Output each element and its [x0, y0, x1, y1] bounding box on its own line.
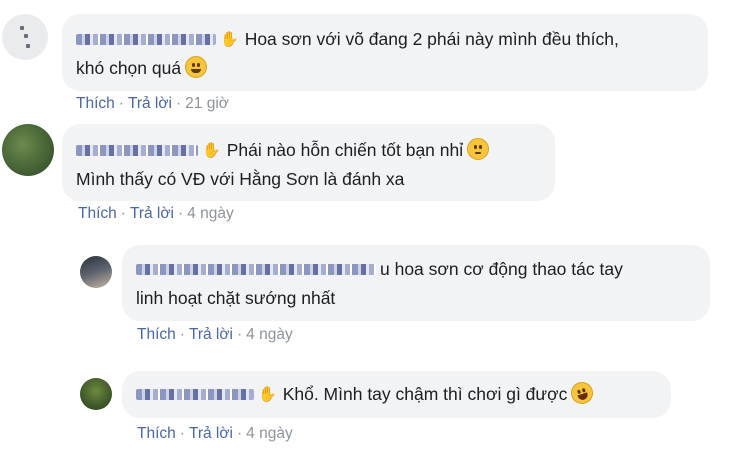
- comment-text-line: ✋ Phái nào hỗn chiến tốt bạn nhỉ: [76, 136, 490, 166]
- reply-link[interactable]: Trả lời: [189, 326, 233, 343]
- timestamp[interactable]: 4 ngày: [187, 205, 234, 222]
- comment-text-line: Mình thấy có VĐ với Hằng Sơn là đánh xa: [76, 165, 404, 194]
- neutral-face-icon: [467, 138, 490, 161]
- comment-text-line: khó chọn quá: [76, 54, 208, 83]
- comment-text: linh hoạt chặt sướng nhất: [136, 288, 336, 308]
- comment-actions: Thích · Trả lời · 4 ngày: [137, 425, 293, 442]
- avatar[interactable]: [80, 378, 112, 410]
- comment-text-line: u hoa sơn cơ động thao tác tay: [136, 255, 623, 284]
- avatar[interactable]: [2, 14, 48, 60]
- commenter-name-blurred[interactable]: [76, 33, 216, 45]
- comment-text: Phái nào hỗn chiến tốt bạn nhỉ: [226, 140, 464, 160]
- comment-bubble: u hoa sơn cơ động thao tác tay linh hoạt…: [122, 245, 710, 321]
- comment-actions: Thích · Trả lời · 4 ngày: [137, 326, 293, 343]
- comment-text: u hoa sơn cơ động thao tác tay: [380, 259, 623, 279]
- commenter-name-blurred[interactable]: [76, 144, 198, 156]
- comment-actions: Thích · Trả lời · 21 giờ: [76, 95, 229, 112]
- commenter-name-blurred[interactable]: [136, 388, 254, 400]
- like-link[interactable]: Thích: [76, 95, 115, 112]
- like-link[interactable]: Thích: [78, 205, 117, 222]
- comment-text-line: ✋ Hoa sơn với võ đang 2 phái này mình đều…: [76, 25, 619, 55]
- reply-link[interactable]: Trả lời: [128, 95, 172, 112]
- comment-text-line: linh hoạt chặt sướng nhất: [136, 284, 335, 313]
- comment-text: Hoa sơn với võ đang 2 phái này mình đều …: [244, 29, 619, 49]
- comment-actions: Thích · Trả lời · 4 ngày: [78, 205, 234, 222]
- waving-hand-icon: ✋: [258, 386, 277, 403]
- avatar[interactable]: [2, 124, 54, 176]
- comment-bubble: ✋ Khổ. Mình tay chậm thì chơi gì được: [122, 371, 671, 418]
- timestamp[interactable]: 21 giờ: [185, 95, 229, 112]
- comment-text: Mình thấy có VĐ với Hằng Sơn là đánh xa: [76, 169, 405, 189]
- waving-hand-icon: ✋: [220, 31, 239, 48]
- avatar[interactable]: [80, 256, 112, 288]
- timestamp[interactable]: 4 ngày: [246, 326, 293, 343]
- reply-link[interactable]: Trả lời: [130, 205, 174, 222]
- comment-text-line: ✋ Khổ. Mình tay chậm thì chơi gì được: [136, 379, 597, 410]
- rolling-on-floor-laughing-icon: [568, 379, 597, 408]
- comment-text: khó chọn quá: [76, 58, 182, 78]
- like-link[interactable]: Thích: [137, 425, 176, 442]
- reply-link[interactable]: Trả lời: [189, 425, 233, 442]
- commenter-name-blurred[interactable]: [136, 263, 376, 275]
- comment-bubble: ✋ Hoa sơn với võ đang 2 phái này mình đều…: [62, 14, 708, 91]
- like-link[interactable]: Thích: [137, 326, 176, 343]
- grinning-face-icon: [185, 56, 208, 79]
- timestamp[interactable]: 4 ngày: [246, 425, 293, 442]
- comment-text: Khổ. Mình tay chậm thì chơi gì được: [282, 384, 568, 404]
- comment-bubble: ✋ Phái nào hỗn chiến tốt bạn nhỉ Mình thấ…: [62, 124, 555, 201]
- waving-hand-icon: ✋: [202, 142, 221, 159]
